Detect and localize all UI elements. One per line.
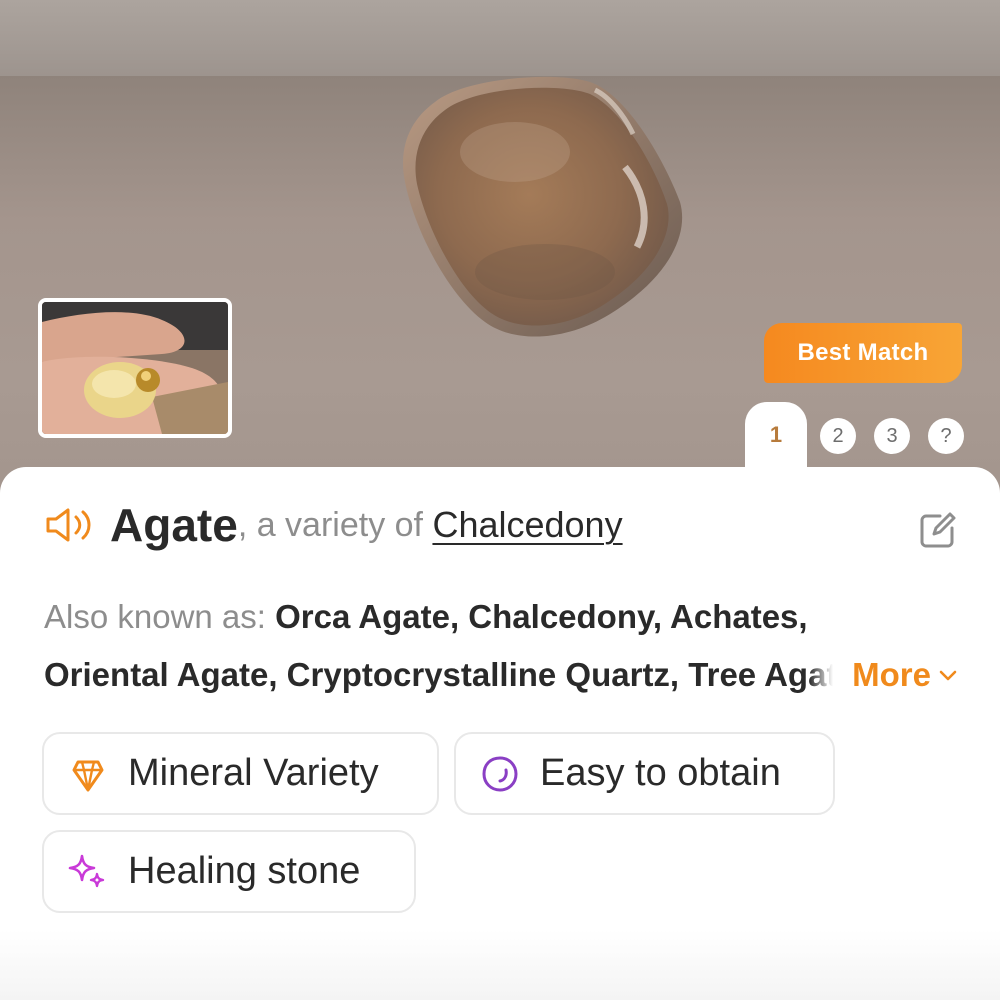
tag-easy-to-obtain[interactable]: Easy to obtain [454, 732, 835, 815]
photo-top-band [0, 0, 1000, 76]
more-label: More [852, 656, 931, 693]
stone-photo [395, 72, 695, 352]
page-tab-unknown[interactable]: ? [928, 418, 964, 454]
aka-names-line-1: Orca Agate, Chalcedony, Achates, [275, 598, 808, 635]
speaker-icon[interactable] [44, 505, 96, 545]
tag-label: Mineral Variety [128, 752, 379, 794]
edit-icon[interactable] [918, 510, 958, 550]
page-tab-1[interactable]: 1 [745, 402, 807, 472]
parent-mineral-link[interactable]: Chalcedony [432, 504, 622, 546]
result-name: Agate [110, 499, 238, 551]
stone-icon [482, 755, 518, 792]
page-tab-2[interactable]: 2 [820, 418, 856, 454]
aka-names-line-2: Oriental Agate, Cryptocrystalline Quartz… [44, 656, 856, 693]
sparkle-icon [68, 854, 105, 887]
best-match-badge: Best Match [764, 323, 962, 383]
tag-label: Healing stone [128, 850, 361, 892]
page-tab-3[interactable]: 3 [874, 418, 910, 454]
bottom-fade [0, 930, 1000, 1000]
tag-mineral-variety[interactable]: Mineral Variety [42, 732, 439, 815]
aka-label: Also known as: [44, 598, 276, 635]
result-pager: 1 2 3 ? [0, 402, 1000, 472]
tag-label: Easy to obtain [540, 752, 781, 794]
tag-healing-stone[interactable]: Healing stone [42, 830, 416, 913]
chevron-down-icon [939, 670, 957, 681]
more-button[interactable]: More [809, 646, 959, 704]
result-title: Agate , a variety of Chalcedony [44, 495, 960, 555]
variety-of-text: , a variety of [237, 505, 433, 544]
crystal-icon [72, 760, 104, 791]
also-known-as: Also known as: Orca Agate, Chalcedony, A… [44, 588, 959, 704]
